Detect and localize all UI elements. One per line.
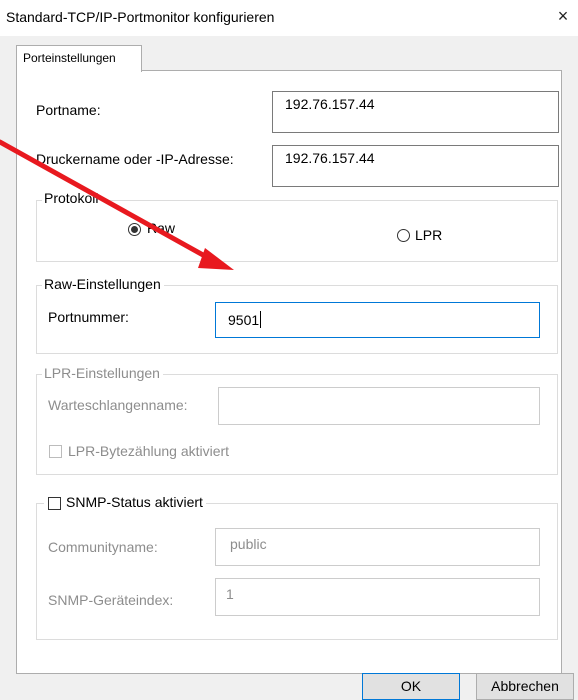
arrow-head: [198, 248, 234, 270]
arrow-shaft: [0, 139, 215, 263]
tab-porteinstellungen[interactable]: Porteinstellungen: [16, 45, 142, 72]
tab-label: Porteinstellungen: [23, 51, 116, 65]
annotation-arrow-icon: [0, 139, 234, 270]
